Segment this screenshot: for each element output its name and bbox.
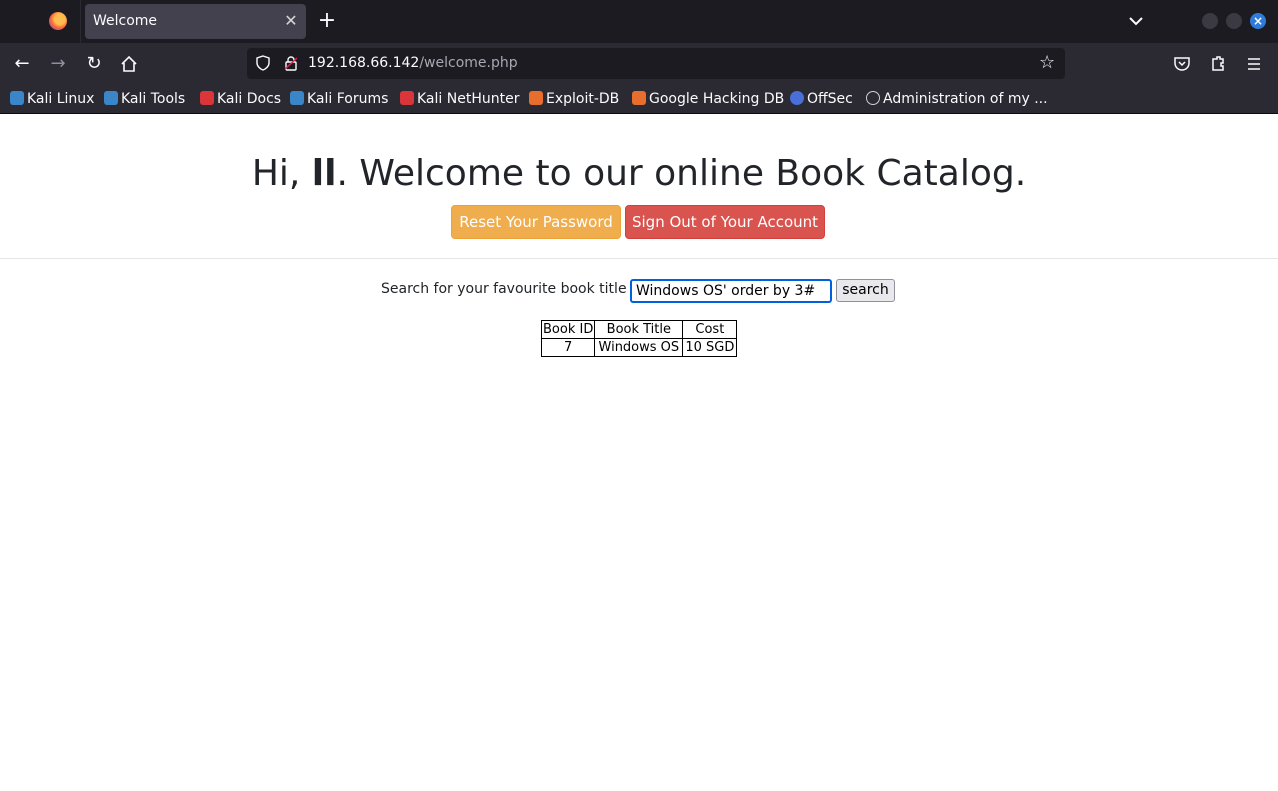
bookmark-label: Kali Forums — [307, 91, 389, 107]
search-button[interactable]: search — [836, 279, 895, 302]
sign-out-button[interactable]: Sign Out of Your Account — [625, 205, 825, 239]
globe-icon — [866, 91, 880, 105]
bookmark-kali-tools[interactable]: Kali Tools — [104, 90, 185, 108]
kali-nethunter-icon — [400, 91, 414, 105]
bookmark-exploit-db[interactable]: Exploit-DB — [529, 90, 619, 108]
window-close-button[interactable]: × — [1250, 13, 1266, 29]
url-bar[interactable]: 192.168.66.142/welcome.php ☆ — [247, 48, 1065, 79]
kali-linux-icon — [10, 91, 24, 105]
book-id-cell: 7 — [540, 338, 596, 357]
bookmark-label: Exploit-DB — [546, 91, 620, 107]
exploit-db-icon — [529, 91, 543, 105]
book-title-cell: Windows OS — [594, 338, 684, 357]
google-hacking-db-icon — [632, 91, 646, 105]
bookmark-kali-forums[interactable]: Kali Forums — [290, 90, 388, 108]
bookmark-label: OffSec — [807, 91, 853, 107]
lock-icon[interactable] — [283, 55, 299, 71]
tab-title: Welcome — [93, 13, 158, 29]
column-header: Cost — [682, 320, 738, 339]
bookmark-label: Kali Tools — [121, 91, 186, 107]
column-header: Book Title — [594, 320, 684, 339]
bookmark-label: Kali Linux — [27, 91, 95, 107]
chevron-down-icon[interactable] — [1126, 11, 1146, 31]
bookmark-label: Kali NetHunter — [417, 91, 520, 107]
url-host: 192.168.66.142 — [308, 55, 420, 71]
results-table: Book ID Book Title Cost 7 Windows OS 10 … — [540, 320, 738, 357]
table-header-row: Book ID Book Title Cost — [540, 320, 738, 339]
page-title: Hi, ll. Welcome to our online Book Catal… — [0, 153, 1278, 194]
bookmarks-toolbar: Kali Linux Kali Tools Kali Docs Kali For… — [0, 84, 1278, 114]
minimize-button[interactable] — [1202, 13, 1218, 29]
table-row: 7 Windows OS 10 SGD — [540, 338, 738, 357]
maximize-button[interactable] — [1226, 13, 1242, 29]
bookmark-label: Google Hacking DB — [649, 91, 785, 107]
bookmark-google-hacking-db[interactable]: Google Hacking DB — [632, 90, 784, 108]
forward-icon[interactable]: → — [47, 53, 69, 75]
browser-tab[interactable]: Welcome ✕ — [85, 4, 306, 39]
firefox-icon[interactable] — [49, 12, 67, 30]
kali-tools-icon — [104, 91, 118, 105]
close-icon[interactable]: ✕ — [282, 11, 300, 31]
cost-cell: 10 SGD — [682, 338, 738, 357]
greeting-suffix: . Welcome to our online Book Catalog. — [336, 153, 1027, 194]
bookmark-offsec[interactable]: OffSec — [790, 90, 853, 108]
nav-bar: ← → ↻ 192.168.66.142/welcome.php ☆ — [0, 43, 1278, 84]
bookmark-kali-docs[interactable]: Kali Docs — [200, 90, 281, 108]
tab-separator — [80, 0, 81, 43]
reload-icon[interactable]: ↻ — [83, 53, 105, 75]
shield-icon[interactable] — [255, 55, 271, 71]
search-label: Search for your favourite book title — [381, 281, 627, 297]
new-tab-button[interactable]: + — [316, 9, 338, 33]
bookmark-label: Kali Docs — [217, 91, 282, 107]
star-icon[interactable]: ☆ — [1039, 54, 1057, 72]
menu-icon[interactable] — [1243, 53, 1265, 75]
page-content: Hi, ll. Welcome to our online Book Catal… — [0, 115, 1278, 791]
divider — [0, 258, 1278, 259]
url-path: /welcome.php — [419, 55, 518, 71]
home-icon[interactable] — [118, 53, 140, 75]
search-input[interactable] — [630, 279, 832, 303]
extensions-icon[interactable] — [1207, 53, 1229, 75]
url-text: 192.168.66.142/welcome.php — [308, 55, 518, 71]
kali-docs-icon — [200, 91, 214, 105]
back-icon[interactable]: ← — [11, 53, 33, 75]
username: ll — [311, 153, 337, 194]
bookmark-kali-linux[interactable]: Kali Linux — [10, 90, 94, 108]
column-header: Book ID — [540, 320, 596, 339]
greeting-prefix: Hi, — [251, 153, 312, 194]
bookmark-administration[interactable]: Administration of my ... — [866, 90, 1048, 108]
pocket-icon[interactable] — [1171, 53, 1193, 75]
offsec-icon — [790, 91, 804, 105]
bookmark-label: Administration of my ... — [883, 91, 1048, 107]
tab-bar: Welcome ✕ + × — [0, 0, 1278, 43]
bookmark-kali-nethunter[interactable]: Kali NetHunter — [400, 90, 519, 108]
reset-password-button[interactable]: Reset Your Password — [451, 205, 621, 239]
kali-forums-icon — [290, 91, 304, 105]
